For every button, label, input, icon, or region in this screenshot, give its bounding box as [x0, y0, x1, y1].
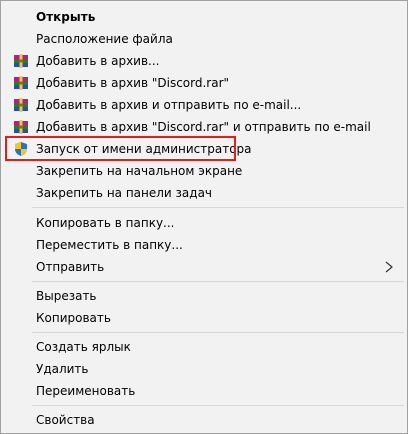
menu-item-send-to[interactable]: Отправить	[3, 256, 405, 278]
menu-item-open[interactable]: Открыть	[3, 6, 405, 28]
menu-separator	[32, 332, 404, 333]
menu-item-add-to-discord-rar[interactable]: Добавить в архив "Discord.rar"	[3, 72, 405, 94]
winrar-archive-icon	[13, 75, 29, 91]
menu-item-label: Расположение файла	[36, 32, 173, 46]
menu-item-label: Копировать в папку...	[36, 216, 175, 230]
menu-item-label: Открыть	[36, 10, 96, 24]
menu-item-label: Вырезать	[36, 289, 97, 303]
menu-item-copy-to-folder[interactable]: Копировать в папку...	[3, 212, 405, 234]
menu-item-label: Копировать	[36, 311, 111, 325]
menu-item-label: Добавить в архив "Discord.rar" и отправи…	[36, 120, 371, 134]
menu-item-label: Закрепить на панели задач	[36, 186, 213, 200]
menu-separator	[32, 207, 404, 208]
menu-item-add-to-archive-email[interactable]: Добавить в архив и отправить по e-mail..…	[3, 94, 405, 116]
menu-item-cut[interactable]: Вырезать	[3, 285, 405, 307]
menu-item-label: Добавить в архив...	[36, 54, 160, 68]
menu-item-label: Добавить в архив "Discord.rar"	[36, 76, 230, 90]
menu-item-rename[interactable]: Переименовать	[3, 380, 405, 402]
menu-item-label: Закрепить на начальном экране	[36, 164, 243, 178]
menu-item-label: Переименовать	[36, 384, 136, 398]
menu-item-label: Удалить	[36, 362, 89, 376]
highlight-box	[5, 136, 236, 161]
menu-item-label: Свойства	[36, 413, 95, 427]
menu-item-file-location[interactable]: Расположение файла	[3, 28, 405, 50]
menu-separator	[32, 405, 404, 406]
winrar-archive-icon	[13, 119, 29, 135]
menu-item-label: Переместить в папку...	[36, 238, 183, 252]
menu-item-label: Создать ярлык	[36, 340, 131, 354]
winrar-archive-icon	[13, 53, 29, 69]
menu-item-add-to-archive[interactable]: Добавить в архив...	[3, 50, 405, 72]
menu-item-copy[interactable]: Копировать	[3, 307, 405, 329]
menu-item-pin-taskbar[interactable]: Закрепить на панели задач	[3, 182, 405, 204]
menu-item-create-shortcut[interactable]: Создать ярлык	[3, 336, 405, 358]
chevron-right-icon	[383, 261, 395, 273]
menu-item-move-to-folder[interactable]: Переместить в папку...	[3, 234, 405, 256]
menu-item-label: Добавить в архив и отправить по e-mail..…	[36, 98, 302, 112]
menu-separator	[32, 281, 404, 282]
menu-item-pin-start[interactable]: Закрепить на начальном экране	[3, 160, 405, 182]
context-menu: Открыть Расположение файла Добавить в ар…	[0, 0, 408, 434]
winrar-archive-icon	[13, 97, 29, 113]
menu-item-properties[interactable]: Свойства	[3, 409, 405, 431]
menu-item-label: Отправить	[36, 260, 105, 274]
menu-item-add-to-discord-rar-email[interactable]: Добавить в архив "Discord.rar" и отправи…	[3, 116, 405, 138]
menu-item-delete[interactable]: Удалить	[3, 358, 405, 380]
